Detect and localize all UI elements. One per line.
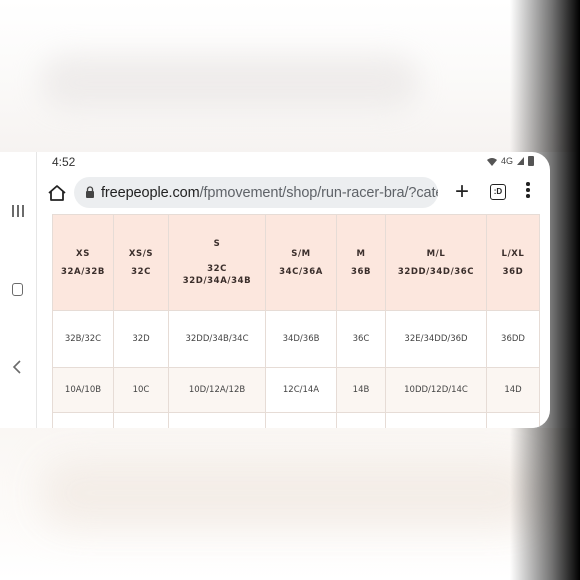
phone-screen: 4:52 4G freepeople.com/fpmovement/shop/r…: [0, 152, 550, 428]
table-cell: 36C: [336, 310, 386, 368]
table-cell: 32E/34DD/36D: [385, 310, 487, 368]
chevron-left-icon: [12, 360, 21, 374]
wifi-icon: [486, 157, 497, 166]
table-cell: [113, 412, 169, 428]
signal-icon: [517, 157, 524, 165]
android-navigation-bar: [0, 152, 37, 428]
recent-apps-button[interactable]: [8, 202, 28, 222]
table-cell: 32D: [113, 310, 169, 368]
table-header-cell: M/L 32DD/34D/36C: [385, 214, 487, 311]
table-cell: 12C/14A: [265, 367, 337, 413]
table-header-cell: M 36B: [336, 214, 386, 311]
url-path: /fpmovement/shop/run-racer-bra/?category…: [199, 185, 438, 201]
table-cell: 14D: [486, 367, 540, 413]
url-domain: freepeople.com: [101, 185, 200, 201]
home-nav-button[interactable]: [8, 280, 28, 300]
blurred-background-bottom: [0, 428, 580, 580]
table-cell: 32DD/34B/34C: [168, 310, 266, 368]
tab-switcher-button[interactable]: :D: [490, 184, 506, 200]
table-cell: [265, 412, 337, 428]
lock-icon: [86, 186, 94, 198]
network-type-label: 4G: [500, 156, 513, 166]
table-cell: 36DD: [486, 310, 540, 368]
address-bar[interactable]: freepeople.com/fpmovement/shop/run-racer…: [74, 177, 438, 208]
table-cell: [168, 412, 266, 428]
table-row: [52, 412, 540, 428]
table-header-cell: S/M 34C/36A: [265, 214, 337, 311]
size-chart: XS 32A/32B XS/S 32C S 32C 32D/34A/34B S/…: [36, 214, 550, 428]
blurred-background-top: [0, 0, 580, 152]
table-cell: 10A/10B: [52, 367, 114, 413]
table-row: 10A/10B 10C 10D/12A/12B 12C/14A 14B 10DD…: [52, 367, 540, 413]
browser-toolbar: freepeople.com/fpmovement/shop/run-racer…: [36, 174, 550, 214]
table-header-cell: XS/S 32C: [113, 214, 169, 311]
table-header-cell: S 32C 32D/34A/34B: [168, 214, 266, 311]
status-bar: 4:52 4G: [36, 152, 550, 172]
table-header-cell: XS 32A/32B: [52, 214, 114, 311]
new-tab-button[interactable]: +: [450, 180, 474, 204]
table-header-cell: L/XL 36D: [486, 214, 540, 311]
table-cell: [486, 412, 540, 428]
status-time: 4:52: [52, 155, 76, 169]
back-button[interactable]: [8, 357, 28, 377]
more-vert-icon: [526, 182, 530, 186]
table-row: 32B/32C 32D 32DD/34B/34C 34D/36B 36C 32E…: [52, 310, 540, 368]
browser-home-button[interactable]: [46, 182, 68, 204]
table-cell: 32B/32C: [52, 310, 114, 368]
table-cell: 34D/36B: [265, 310, 337, 368]
url-text: freepeople.com/fpmovement/shop/run-racer…: [101, 185, 438, 201]
status-icons: 4G: [486, 156, 534, 166]
table-cell: [385, 412, 487, 428]
table-cell: 10D/12A/12B: [168, 367, 266, 413]
table-cell: 14B: [336, 367, 386, 413]
table-cell: [336, 412, 386, 428]
table-cell: 10DD/12D/14C: [385, 367, 487, 413]
table-cell: [52, 412, 114, 428]
table-cell: 10C: [113, 367, 169, 413]
browser-menu-button[interactable]: [522, 182, 534, 202]
battery-icon: [528, 156, 534, 166]
size-table: XS 32A/32B XS/S 32C S 32C 32D/34A/34B S/…: [52, 214, 540, 428]
table-header-row: XS 32A/32B XS/S 32C S 32C 32D/34A/34B S/…: [52, 214, 540, 311]
home-icon: [48, 185, 66, 201]
